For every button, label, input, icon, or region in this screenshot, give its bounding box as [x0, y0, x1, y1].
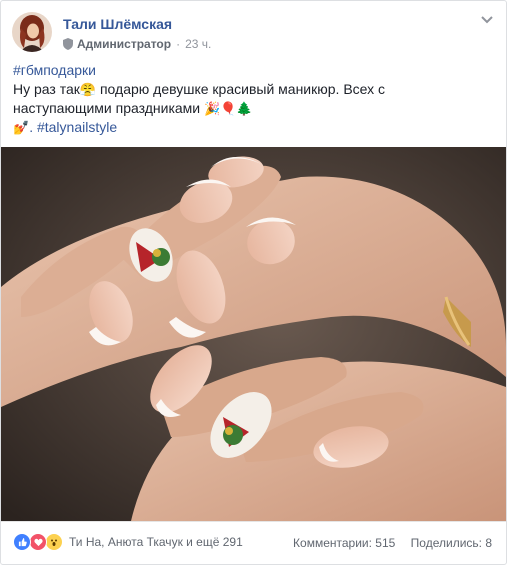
chevron-down-icon	[481, 16, 493, 24]
meta-separator: ·	[176, 37, 181, 51]
post-body: #гбмподарки Ну раз так😤 подарю девушке к…	[13, 61, 493, 137]
shield-icon	[63, 38, 73, 50]
text-part: подарю девушке красивый маникюр. Всех с	[96, 81, 386, 97]
like-icon	[13, 533, 31, 551]
text-line-1: Ну раз так😤 подарю девушке красивый мани…	[13, 80, 493, 99]
post-header: Тали Шлёмская Администратор · 23 ч.	[1, 1, 506, 61]
post-photo[interactable]	[1, 147, 506, 521]
nail-polish-icon: 💅	[13, 120, 30, 135]
post-footer: Ти На, Анюта Ткачук и ещё 291 Комментари…	[1, 521, 506, 564]
emoji-icons: 🎉🎈🌲	[204, 101, 253, 116]
author-avatar[interactable]	[12, 12, 52, 52]
text-line-2: наступающими праздниками 🎉🎈🌲	[13, 99, 493, 118]
text-part: наступающими праздниками	[13, 100, 205, 116]
manicure-photo	[1, 147, 506, 521]
shares-count[interactable]: Поделились: 8	[411, 536, 492, 550]
author-name[interactable]: Тали Шлёмская	[63, 16, 172, 32]
wow-icon	[45, 533, 63, 551]
hashtag-link[interactable]: . #talynailstyle	[29, 119, 117, 135]
post-card: Тали Шлёмская Администратор · 23 ч. #гбм…	[0, 0, 507, 565]
hashtag-link[interactable]: #гбмподарки	[13, 61, 493, 80]
role-label: Администратор	[77, 37, 172, 51]
avatar-image	[12, 12, 52, 52]
post-counts: Комментарии: 515 Поделились: 8	[293, 536, 492, 550]
post-time[interactable]: 23 ч.	[185, 37, 211, 51]
reactions-names[interactable]: Ти На, Анюта Ткачук и ещё 291	[69, 535, 243, 549]
text-part: Ну раз так	[13, 81, 80, 97]
love-icon	[29, 533, 47, 551]
post-meta: Администратор · 23 ч.	[63, 37, 211, 51]
text-line-3: 💅. #talynailstyle	[13, 118, 493, 137]
post-menu-button[interactable]	[479, 13, 495, 27]
reactions-summary[interactable]: Ти На, Анюта Ткачук и ещё 291	[13, 533, 243, 551]
emoji-icon: 😤	[79, 82, 97, 97]
comments-count[interactable]: Комментарии: 515	[293, 536, 395, 550]
